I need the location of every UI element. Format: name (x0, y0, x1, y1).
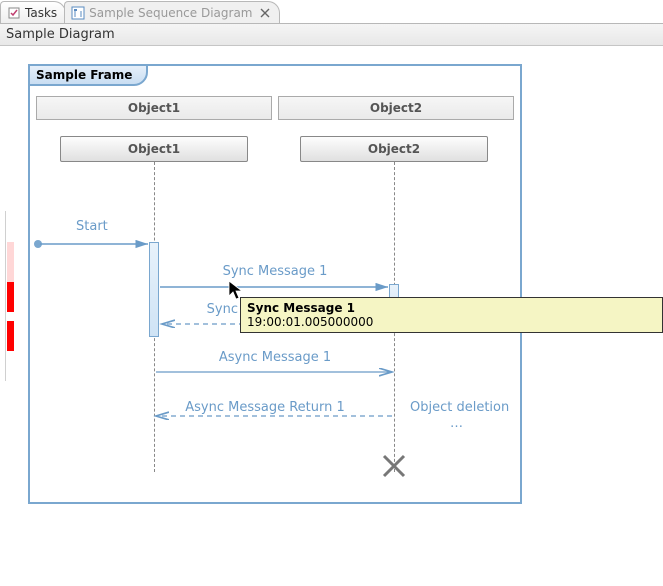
activation-object1[interactable] (149, 242, 159, 337)
start-label: Start (76, 219, 108, 234)
tab-sequence-diagram[interactable]: Sample Sequence Diagram (64, 1, 279, 23)
tab-label-tasks: Tasks (25, 6, 57, 20)
tooltip-time: 19:00:01.005000000 (247, 315, 656, 329)
tooltip: Sync Message 1 19:00:01.005000000 (240, 297, 663, 333)
arrows (30, 66, 524, 506)
label-async1: Async Message 1 (180, 350, 370, 365)
diagram-title: Sample Diagram (6, 27, 115, 42)
label-sync1: Sync Message 1 (180, 264, 370, 279)
diagram-title-bar: Sample Diagram (0, 24, 663, 46)
tab-tasks[interactable]: Tasks (0, 1, 66, 23)
label-ellipsis: … (450, 416, 463, 431)
label-deletion: Object deletion (410, 400, 509, 415)
cursor-icon (228, 280, 244, 302)
tab-label-diagram: Sample Sequence Diagram (89, 6, 252, 20)
checkbox-icon (7, 6, 21, 20)
tab-bar: Tasks Sample Sequence Diagram (0, 0, 663, 24)
gutter-mark-1 (7, 282, 14, 312)
gutter-mark-2 (7, 321, 14, 351)
header-object1[interactable]: Object1 (36, 96, 272, 120)
frame-title: Sample Frame (28, 64, 148, 86)
object-headers: Object1 Object2 (36, 96, 514, 120)
label-async-ret1: Async Message Return 1 (160, 400, 370, 415)
diagram-canvas[interactable]: Sample Frame Object1 Object2 Object1 Obj… (0, 46, 663, 586)
header-object2[interactable]: Object2 (278, 96, 514, 120)
diagram-icon (71, 6, 85, 20)
tooltip-title: Sync Message 1 (247, 301, 656, 315)
sequence-frame[interactable]: Sample Frame Object1 Object2 Object1 Obj… (28, 64, 522, 504)
gutter-line (5, 211, 6, 381)
gutter-mark-faint (7, 242, 14, 282)
lifeline-head-object1[interactable]: Object1 (60, 136, 248, 162)
lifeline-head-object2[interactable]: Object2 (300, 136, 488, 162)
close-icon[interactable] (259, 7, 271, 19)
start-anchor[interactable] (34, 240, 42, 248)
